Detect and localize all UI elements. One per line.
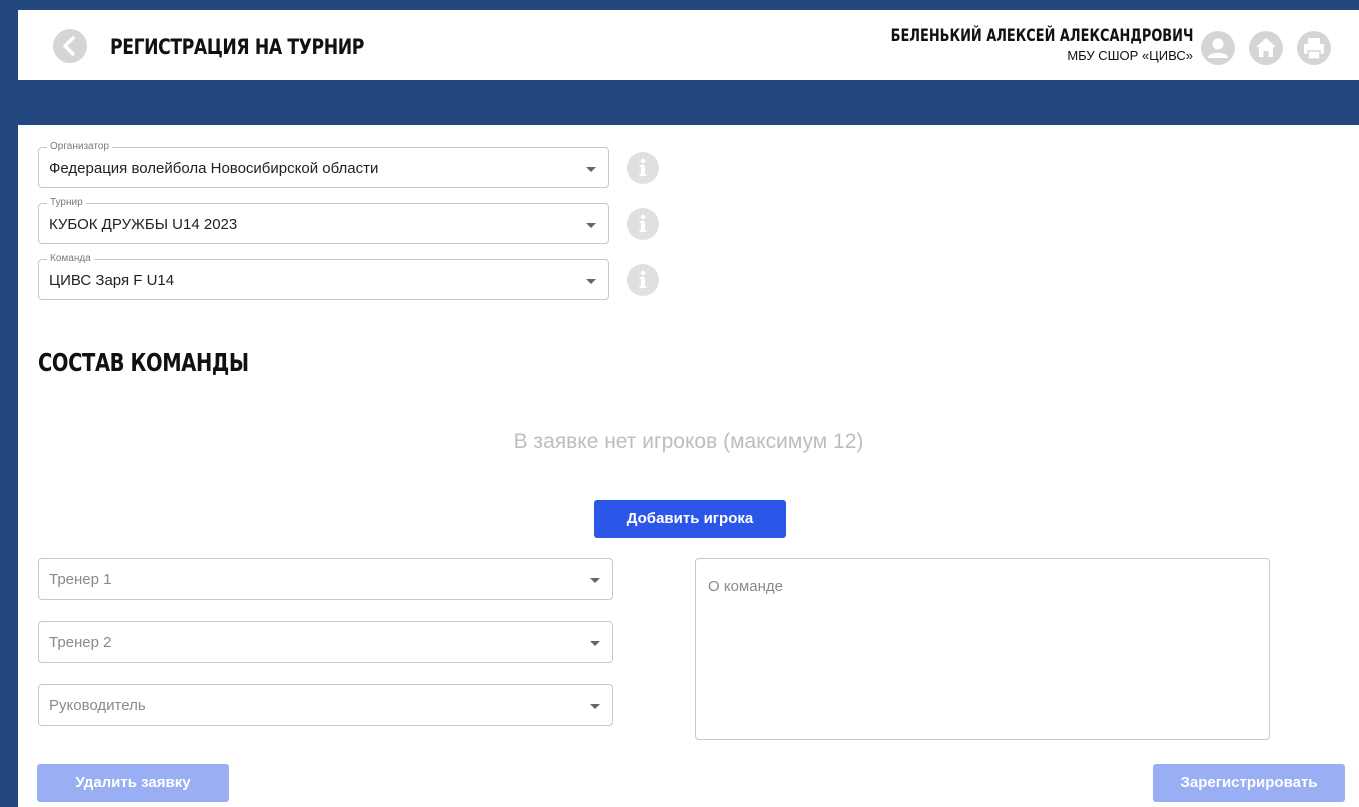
team-info-button[interactable] xyxy=(627,264,659,296)
coach1-select[interactable]: Тренер 1 xyxy=(38,558,613,600)
coach2-placeholder: Тренер 2 xyxy=(49,634,112,651)
user-name: БЕЛЕНЬКИЙ АЛЕКСЕЙ АЛЕКСАНДРОВИЧ xyxy=(890,26,1193,46)
register-button[interactable]: Зарегистрировать xyxy=(1153,764,1345,802)
info-icon xyxy=(639,214,647,232)
add-player-button[interactable]: Добавить игрока xyxy=(594,500,786,538)
organizer-info-button[interactable] xyxy=(627,152,659,184)
manager-select[interactable]: Руководитель xyxy=(38,684,613,726)
main-content: Организатор Федерация волейбола Новосиби… xyxy=(18,125,1359,807)
coach2-select[interactable]: Тренер 2 xyxy=(38,621,613,663)
tournament-info-button[interactable] xyxy=(627,208,659,240)
user-organization: МБУ СШОР «ЦИВС» xyxy=(1067,48,1193,63)
chevron-down-icon xyxy=(590,704,600,709)
about-team-textarea[interactable]: О команде xyxy=(695,558,1270,740)
header: РЕГИСТРАЦИЯ НА ТУРНИР БЕЛЕНЬКИЙ АЛЕКСЕЙ … xyxy=(18,10,1359,80)
page-title: РЕГИСТРАЦИЯ НА ТУРНИР xyxy=(110,35,364,59)
organizer-select[interactable]: Организатор Федерация волейбола Новосиби… xyxy=(38,141,609,188)
empty-roster-message: В заявке нет игроков (максимум 12) xyxy=(513,430,864,453)
back-icon xyxy=(63,36,75,56)
print-button[interactable] xyxy=(1297,31,1331,65)
coach1-placeholder: Тренер 1 xyxy=(49,571,112,588)
about-team-placeholder: О команде xyxy=(708,578,783,595)
info-icon xyxy=(639,158,647,176)
tournament-select[interactable]: Турнир КУБОК ДРУЖБЫ U14 2023 xyxy=(38,197,609,244)
chevron-down-icon xyxy=(586,279,596,284)
print-icon xyxy=(1304,38,1324,60)
user-icon xyxy=(1208,38,1228,58)
back-button[interactable] xyxy=(53,29,87,63)
home-icon xyxy=(1256,38,1276,57)
organizer-legend: Организатор xyxy=(47,141,112,153)
chevron-down-icon xyxy=(586,223,596,228)
chevron-down-icon xyxy=(590,641,600,646)
user-info: БЕЛЕНЬКИЙ АЛЕКСЕЙ АЛЕКСАНДРОВИЧ МБУ СШОР… xyxy=(795,26,1193,65)
delete-application-button[interactable]: Удалить заявку xyxy=(37,764,229,802)
tournament-value: КУБОК ДРУЖБЫ U14 2023 xyxy=(49,216,238,233)
organizer-value: Федерация волейбола Новосибирской област… xyxy=(49,160,379,177)
team-legend: Команда xyxy=(47,253,94,265)
chevron-down-icon xyxy=(590,578,600,583)
manager-placeholder: Руководитель xyxy=(49,697,146,714)
chevron-down-icon xyxy=(586,167,596,172)
team-select[interactable]: Команда ЦИВС Заря F U14 xyxy=(38,253,609,300)
profile-button[interactable] xyxy=(1201,31,1235,65)
roster-title: СОСТАВ КОМАНДЫ xyxy=(38,348,249,377)
team-value: ЦИВС Заря F U14 xyxy=(49,272,175,289)
home-button[interactable] xyxy=(1249,31,1283,65)
app-frame: РЕГИСТРАЦИЯ НА ТУРНИР БЕЛЕНЬКИЙ АЛЕКСЕЙ … xyxy=(18,10,1359,807)
tournament-legend: Турнир xyxy=(47,197,86,209)
info-icon xyxy=(639,270,647,288)
